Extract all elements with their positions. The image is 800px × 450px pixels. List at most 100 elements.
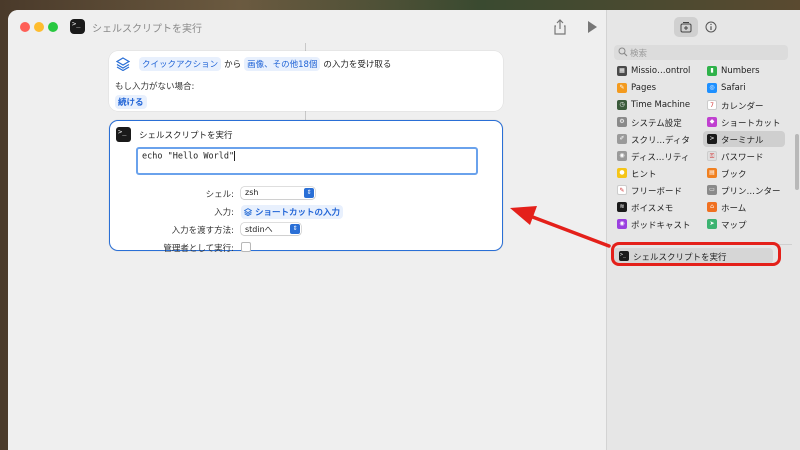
continue-pill[interactable]: 続ける — [115, 95, 147, 109]
terminal-app-icon: >_ — [70, 19, 85, 34]
input-pill-wrap: ショートカットの入力 — [241, 205, 343, 219]
app-label: Safari — [721, 83, 746, 93]
app-label: ヒント — [631, 170, 657, 180]
sidebar-app-item[interactable]: 7 カレンダー — [703, 97, 785, 113]
title-bar: >_ シェルスクリプトを実行 — [8, 10, 606, 44]
app-icon: ≋ — [617, 202, 627, 212]
close-button[interactable] — [20, 22, 30, 32]
app-icon: ◎ — [707, 83, 717, 93]
sidebar-app-item[interactable]: ⚿ パスワード — [703, 148, 785, 164]
sidebar-app-item[interactable]: ◷ Time Machine — [613, 97, 701, 113]
no-input-label: もし入力がない場合: — [115, 82, 195, 92]
tab-actions[interactable] — [674, 17, 698, 37]
app-label: カレンダー — [721, 102, 764, 112]
sidebar-app-item[interactable]: ✎ フリーボード — [613, 182, 701, 198]
app-icon: ✐ — [617, 134, 627, 144]
sidebar-app-item[interactable]: ✎ Pages — [613, 80, 701, 96]
sidebar-app-item[interactable]: ≋ ボイスメモ — [613, 199, 701, 215]
app-icon: ◆ — [707, 117, 717, 127]
annotation-highlight-box — [611, 242, 781, 266]
source-pill[interactable]: クイックアクション — [139, 57, 222, 71]
chevron-updown-icon: ⇕ — [290, 224, 300, 234]
sidebar-app-item[interactable]: ▭ プリン…ンター — [703, 182, 785, 198]
input-label: 入力: — [214, 208, 234, 218]
app-icon: ▦ — [617, 66, 627, 76]
receive-input-action[interactable]: クイックアクション から 画像、その他18個 の入力を受け取る もし入力がない場合: … — [109, 51, 503, 111]
sidebar-app-item[interactable]: ➤ マップ — [703, 216, 785, 232]
minimize-button[interactable] — [34, 22, 44, 32]
app-label: フリーボード — [631, 187, 683, 197]
admin-label: 管理者として実行: — [163, 244, 234, 254]
share-icon[interactable] — [553, 19, 567, 35]
play-icon[interactable] — [586, 20, 598, 34]
receive-suffix: の入力を受け取る — [323, 60, 392, 70]
app-label: Time Machine — [631, 100, 691, 110]
app-label: Missio…ontrol — [631, 66, 691, 76]
admin-checkbox[interactable] — [241, 242, 251, 252]
sidebar-app-item[interactable]: ⌂ ホーム — [703, 199, 785, 215]
sidebar-app-item[interactable]: ◆ ショートカット — [703, 114, 785, 130]
sidebar-app-item[interactable]: ● ヒント — [613, 165, 701, 181]
actions-sidebar: 検索 ▦ Missio…ontrol ▮ Numbers ✎ Pages ◎ Safari ◷ T… — [606, 10, 800, 450]
action-title: シェルスクリプトを実行 — [139, 131, 233, 141]
app-icon: 7 — [707, 100, 717, 110]
app-label: ターミナル — [721, 136, 764, 146]
from-text: から — [224, 60, 242, 70]
input-pill[interactable]: ショートカットの入力 — [241, 205, 343, 219]
app-label: Numbers — [721, 66, 760, 76]
input-value: ショートカットの入力 — [254, 208, 340, 218]
connector-line — [305, 43, 306, 51]
app-icon: ◷ — [617, 100, 627, 110]
app-label: マップ — [721, 221, 747, 231]
window-title: シェルスクリプトを実行 — [92, 24, 202, 35]
terminal-icon: >_ — [116, 127, 131, 142]
sidebar-app-item[interactable]: ▤ ブック — [703, 165, 785, 181]
app-label: ホーム — [721, 204, 747, 214]
zoom-button[interactable] — [48, 22, 58, 32]
sidebar-app-item[interactable]: > ターミナル — [703, 131, 785, 147]
info-icon[interactable] — [705, 21, 717, 33]
sidebar-app-item[interactable]: ✐ スクリ…ディタ — [613, 131, 701, 147]
continue-pill-wrap: 続ける — [115, 95, 147, 109]
app-icon: ▮ — [707, 66, 717, 76]
app-icon: ➤ — [707, 219, 717, 229]
script-code: echo "Hello World" — [142, 151, 235, 162]
app-label: パスワード — [721, 153, 764, 163]
app-icon: ✎ — [617, 185, 627, 195]
sidebar-app-item[interactable]: ▦ Missio…ontrol — [613, 63, 701, 79]
shell-value: zsh — [245, 188, 259, 197]
app-icon: ● — [617, 168, 627, 178]
shortcuts-window: >_ シェルスクリプトを実行 クイックアクション から 画像、その他18個 の入力を受… — [8, 10, 800, 450]
app-label: スクリ…ディタ — [631, 136, 690, 146]
chevron-updown-icon: ⇕ — [304, 188, 314, 198]
editor-pane: >_ シェルスクリプトを実行 クイックアクション から 画像、その他18個 の入力を受… — [8, 10, 606, 450]
receive-sentence: クイックアクション から 画像、その他18個 の入力を受け取る — [139, 57, 394, 71]
app-label: プリン…ンター — [721, 187, 781, 197]
app-label: ブック — [721, 170, 747, 180]
app-icon: ▭ — [707, 185, 717, 195]
app-label: ディス…リティ — [631, 153, 690, 163]
app-icon: ⚿ — [707, 151, 717, 161]
app-icon: ◉ — [617, 219, 627, 229]
app-label: システム設定 — [631, 119, 682, 129]
sidebar-app-item[interactable]: ▮ Numbers — [703, 63, 785, 79]
app-icon: ✎ — [617, 83, 627, 93]
app-label: ボイスメモ — [631, 204, 674, 214]
sidebar-app-item[interactable]: ◎ Safari — [703, 80, 785, 96]
actions-library-icon — [680, 22, 692, 33]
sidebar-app-item[interactable]: ◉ ポッドキャスト — [613, 216, 701, 232]
pass-input-select[interactable]: stdinへ ⇕ — [241, 223, 301, 235]
pass-input-value: stdinへ — [245, 225, 273, 234]
shell-select[interactable]: zsh ⇕ — [241, 187, 315, 199]
sidebar-app-item[interactable]: ⚙ システム設定 — [613, 114, 701, 130]
app-icon: ◉ — [617, 151, 627, 161]
search-input[interactable]: 検索 — [614, 45, 788, 60]
shortcuts-layers-icon — [116, 57, 130, 71]
app-label: Pages — [631, 83, 657, 93]
script-editor[interactable]: echo "Hello World" — [136, 147, 478, 175]
types-pill[interactable]: 画像、その他18個 — [244, 57, 321, 71]
sidebar-scrollbar[interactable] — [795, 134, 799, 190]
sidebar-app-item[interactable]: ◉ ディス…リティ — [613, 148, 701, 164]
shell-label: シェル: — [205, 190, 234, 200]
run-shell-script-action[interactable]: >_ シェルスクリプトを実行 echo "Hello World" シェル: z… — [109, 120, 503, 254]
